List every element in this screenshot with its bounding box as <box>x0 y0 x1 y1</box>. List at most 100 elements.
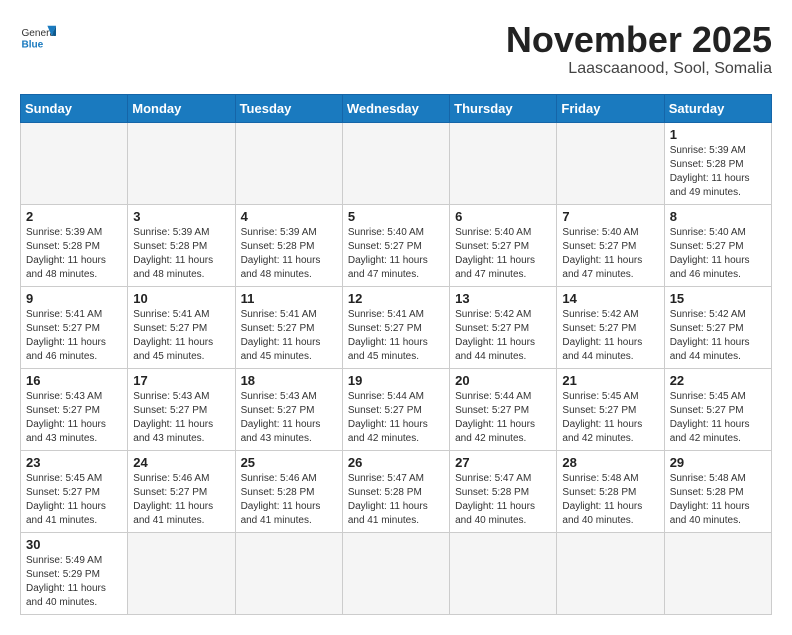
calendar-cell: 12Sunrise: 5:41 AMSunset: 5:27 PMDayligh… <box>342 286 449 368</box>
day-info: Sunrise: 5:46 AMSunset: 5:27 PMDaylight:… <box>133 472 229 528</box>
calendar-cell: 1 Sunrise: 5:39 AMSunset: 5:28 PMDaylight… <box>664 122 771 204</box>
day-info: Sunrise: 5:41 AMSunset: 5:27 PMDaylight:… <box>241 308 337 364</box>
calendar-cell: 14 Sunrise: 5:42 AMSunset: 5:27 PMDayligh… <box>557 286 664 368</box>
calendar-cell: 21 Sunrise: 5:45 AMSunset: 5:27 PMDayligh… <box>557 368 664 450</box>
calendar-cell: 29Sunrise: 5:48 AMSunset: 5:28 PMDayligh… <box>664 450 771 532</box>
day-number: 13 <box>455 291 551 306</box>
day-info: Sunrise: 5:49 AMSunset: 5:29 PMDaylight:… <box>26 554 122 610</box>
weekday-header-sunday: Sunday <box>21 94 128 122</box>
day-info: Sunrise: 5:45 AMSunset: 5:27 PMDaylight:… <box>26 472 122 528</box>
calendar-cell: 27Sunrise: 5:47 AMSunset: 5:28 PMDayligh… <box>450 450 557 532</box>
weekday-header-friday: Friday <box>557 94 664 122</box>
calendar-row: 16 Sunrise: 5:43 AMSunset: 5:27 PMDayligh… <box>21 368 772 450</box>
day-number: 2 <box>26 209 122 224</box>
day-number: 3 <box>133 209 229 224</box>
calendar-row: 2 Sunrise: 5:39 AMSunset: 5:28 PMDaylight… <box>21 204 772 286</box>
day-info: Sunrise: 5:46 AMSunset: 5:28 PMDaylight:… <box>241 472 337 528</box>
calendar-cell: 19 Sunrise: 5:44 AMSunset: 5:27 PMDayligh… <box>342 368 449 450</box>
calendar-cell: 16Sunrise: 5:43 AMSunset: 5:27 PMDayligh… <box>21 368 128 450</box>
day-info: Sunrise: 5:41 AMSunset: 5:27 PMDaylight:… <box>133 308 229 364</box>
calendar-cell <box>450 122 557 204</box>
calendar-cell <box>557 532 664 614</box>
day-info: Sunrise: 5:45 AMSunset: 5:27 PMDaylight:… <box>562 390 658 446</box>
calendar-cell: 28Sunrise: 5:48 AMSunset: 5:28 PMDayligh… <box>557 450 664 532</box>
calendar-cell: 9 Sunrise: 5:41 AMSunset: 5:27 PMDaylight… <box>21 286 128 368</box>
location: Laascaanood, Sool, Somalia <box>506 60 772 78</box>
day-number: 10 <box>133 291 229 306</box>
calendar-cell <box>342 532 449 614</box>
day-info: Sunrise: 5:45 AMSunset: 5:27 PMDaylight:… <box>670 390 766 446</box>
day-info: Sunrise: 5:39 AMSunset: 5:28 PMDaylight:… <box>670 144 766 200</box>
calendar-cell: 20Sunrise: 5:44 AMSunset: 5:27 PMDayligh… <box>450 368 557 450</box>
day-number: 16 <box>26 373 122 388</box>
day-info: Sunrise: 5:39 AMSunset: 5:28 PMDaylight:… <box>26 226 122 282</box>
calendar-cell: 11 Sunrise: 5:41 AMSunset: 5:27 PMDayligh… <box>235 286 342 368</box>
page-header: General Blue November 2025 Laascaanood, … <box>20 20 772 78</box>
logo-icon: General Blue <box>20 20 56 56</box>
day-number: 30 <box>26 537 122 552</box>
day-info: Sunrise: 5:42 AMSunset: 5:27 PMDaylight:… <box>670 308 766 364</box>
weekday-header-saturday: Saturday <box>664 94 771 122</box>
weekday-header-monday: Monday <box>128 94 235 122</box>
calendar-cell: 6 Sunrise: 5:40 AMSunset: 5:27 PMDaylight… <box>450 204 557 286</box>
calendar-row: 30 Sunrise: 5:49 AMSunset: 5:29 PMDayligh… <box>21 532 772 614</box>
calendar-cell: 17Sunrise: 5:43 AMSunset: 5:27 PMDayligh… <box>128 368 235 450</box>
day-info: Sunrise: 5:44 AMSunset: 5:27 PMDaylight:… <box>348 390 444 446</box>
day-number: 5 <box>348 209 444 224</box>
day-info: Sunrise: 5:41 AMSunset: 5:27 PMDaylight:… <box>26 308 122 364</box>
day-info: Sunrise: 5:40 AMSunset: 5:27 PMDaylight:… <box>562 226 658 282</box>
svg-text:Blue: Blue <box>21 39 43 50</box>
calendar-cell: 25 Sunrise: 5:46 AMSunset: 5:28 PMDayligh… <box>235 450 342 532</box>
day-info: Sunrise: 5:47 AMSunset: 5:28 PMDaylight:… <box>455 472 551 528</box>
calendar-cell: 18 Sunrise: 5:43 AMSunset: 5:27 PMDayligh… <box>235 368 342 450</box>
day-info: Sunrise: 5:48 AMSunset: 5:28 PMDaylight:… <box>562 472 658 528</box>
calendar-cell: 15Sunrise: 5:42 AMSunset: 5:27 PMDayligh… <box>664 286 771 368</box>
calendar-cell <box>235 122 342 204</box>
calendar-cell: 4Sunrise: 5:39 AMSunset: 5:28 PMDaylight… <box>235 204 342 286</box>
calendar-cell: 5 Sunrise: 5:40 AMSunset: 5:27 PMDaylight… <box>342 204 449 286</box>
day-number: 22 <box>670 373 766 388</box>
day-number: 14 <box>562 291 658 306</box>
calendar-cell: 26 Sunrise: 5:47 AMSunset: 5:28 PMDayligh… <box>342 450 449 532</box>
calendar-cell <box>450 532 557 614</box>
day-info: Sunrise: 5:42 AMSunset: 5:27 PMDaylight:… <box>562 308 658 364</box>
day-info: Sunrise: 5:47 AMSunset: 5:28 PMDaylight:… <box>348 472 444 528</box>
calendar-cell <box>128 122 235 204</box>
day-number: 18 <box>241 373 337 388</box>
day-info: Sunrise: 5:41 AMSunset: 5:27 PMDaylight:… <box>348 308 444 364</box>
calendar-cell: 24 Sunrise: 5:46 AMSunset: 5:27 PMDayligh… <box>128 450 235 532</box>
calendar-table: SundayMondayTuesdayWednesdayThursdayFrid… <box>20 94 772 615</box>
day-info: Sunrise: 5:40 AMSunset: 5:27 PMDaylight:… <box>348 226 444 282</box>
day-number: 25 <box>241 455 337 470</box>
month-title: November 2025 <box>506 20 772 60</box>
day-number: 9 <box>26 291 122 306</box>
calendar-cell <box>664 532 771 614</box>
day-number: 24 <box>133 455 229 470</box>
logo: General Blue <box>20 20 56 56</box>
calendar-cell <box>342 122 449 204</box>
day-number: 26 <box>348 455 444 470</box>
day-number: 11 <box>241 291 337 306</box>
day-number: 19 <box>348 373 444 388</box>
day-number: 4 <box>241 209 337 224</box>
calendar-cell: 3Sunrise: 5:39 AMSunset: 5:28 PMDaylight… <box>128 204 235 286</box>
day-info: Sunrise: 5:43 AMSunset: 5:27 PMDaylight:… <box>241 390 337 446</box>
calendar-row: 9 Sunrise: 5:41 AMSunset: 5:27 PMDaylight… <box>21 286 772 368</box>
day-info: Sunrise: 5:44 AMSunset: 5:27 PMDaylight:… <box>455 390 551 446</box>
weekday-header-thursday: Thursday <box>450 94 557 122</box>
calendar-cell: 30 Sunrise: 5:49 AMSunset: 5:29 PMDayligh… <box>21 532 128 614</box>
day-number: 8 <box>670 209 766 224</box>
calendar-cell <box>128 532 235 614</box>
day-info: Sunrise: 5:40 AMSunset: 5:27 PMDaylight:… <box>670 226 766 282</box>
day-info: Sunrise: 5:40 AMSunset: 5:27 PMDaylight:… <box>455 226 551 282</box>
day-number: 6 <box>455 209 551 224</box>
day-number: 21 <box>562 373 658 388</box>
calendar-cell: 23Sunrise: 5:45 AMSunset: 5:27 PMDayligh… <box>21 450 128 532</box>
calendar-cell: 7Sunrise: 5:40 AMSunset: 5:27 PMDaylight… <box>557 204 664 286</box>
calendar-cell <box>557 122 664 204</box>
calendar-row: 23Sunrise: 5:45 AMSunset: 5:27 PMDayligh… <box>21 450 772 532</box>
day-number: 1 <box>670 127 766 142</box>
title-section: November 2025 Laascaanood, Sool, Somalia <box>506 20 772 78</box>
calendar-cell: 13Sunrise: 5:42 AMSunset: 5:27 PMDayligh… <box>450 286 557 368</box>
calendar-row: 1 Sunrise: 5:39 AMSunset: 5:28 PMDaylight… <box>21 122 772 204</box>
